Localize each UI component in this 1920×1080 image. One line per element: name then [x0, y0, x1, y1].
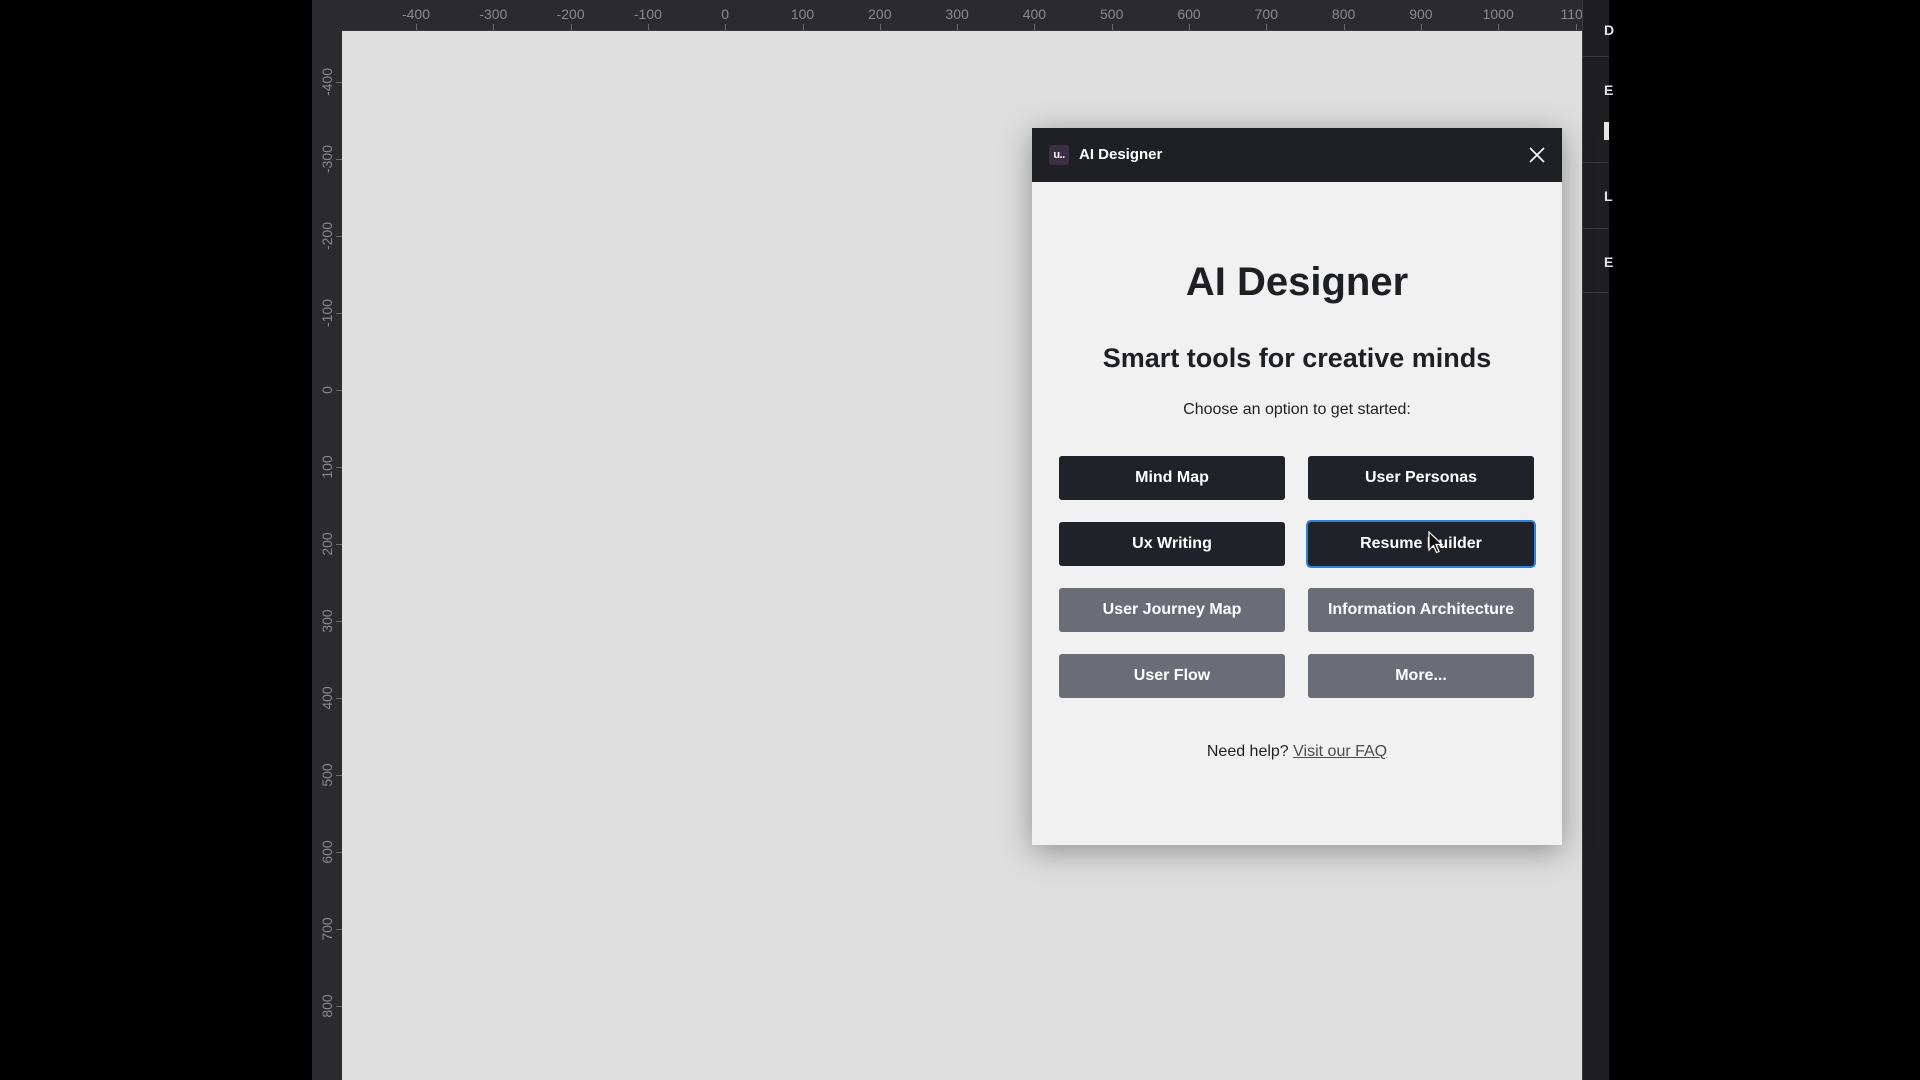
ruler-tick-text: 200: [868, 6, 892, 22]
ruler-tick-text: -200: [319, 221, 335, 251]
close-icon: [1529, 147, 1545, 163]
panel-divider: [1583, 228, 1609, 229]
ux-writing-button[interactable]: Ux Writing: [1059, 522, 1285, 566]
resume-builder-button[interactable]: Resume Builder: [1308, 522, 1534, 566]
panel-divider: [1583, 56, 1609, 57]
ruler-tick-text: 1000: [1482, 6, 1514, 22]
ruler-tick-text: 800: [319, 994, 335, 1018]
ruler-tick-text: 800: [1331, 6, 1356, 22]
panel-label: E: [1604, 82, 1614, 98]
ruler-tick-text: 0: [721, 6, 730, 22]
mind-map-button[interactable]: Mind Map: [1059, 456, 1285, 500]
user-personas-button[interactable]: User Personas: [1308, 456, 1534, 500]
dialog-title-bar[interactable]: u.. AI Designer: [1032, 128, 1562, 182]
faq-link[interactable]: Visit our FAQ: [1293, 743, 1387, 760]
panel-divider: [1583, 162, 1609, 163]
app-logo-icon: u..: [1049, 145, 1069, 165]
close-button[interactable]: [1522, 140, 1552, 170]
ruler-tick-text: 400: [319, 686, 335, 710]
more-button[interactable]: More...: [1308, 654, 1534, 698]
panel-label: L: [1604, 188, 1613, 204]
ruler-tick-text: 400: [1022, 6, 1047, 22]
ai-designer-dialog: u.. AI Designer AI Designer Smart tools …: [1032, 128, 1562, 845]
vertical-ruler: -400 -300 -200 -100 0 100 200 300 400 500 600 700 80…: [312, 30, 343, 1080]
ruler-tick-text: -300: [319, 144, 335, 174]
user-journey-map-button[interactable]: User Journey Map: [1059, 588, 1285, 632]
ruler-tick-text: -200: [556, 6, 585, 22]
ruler-tick-text: -300: [479, 6, 508, 22]
ruler-tick-text: 300: [319, 609, 335, 633]
help-line: Need help? Visit our FAQ: [1032, 743, 1562, 761]
ruler-tick-text: 100: [319, 455, 335, 479]
ruler-tick-text: 900: [1409, 6, 1433, 22]
properties-panel: D E L E: [1582, 0, 1614, 1080]
ruler-tick-text: 500: [319, 763, 335, 787]
ruler-corner: [312, 0, 342, 30]
ruler-tick-text: 1100: [1560, 6, 1582, 22]
dialog-subheading: Smart tools for creative minds: [1102, 343, 1492, 373]
information-architecture-button[interactable]: Information Architecture: [1308, 588, 1534, 632]
ruler-tick-text: 0: [319, 386, 335, 394]
panel-label: D: [1604, 22, 1615, 38]
ruler-tick-text: -100: [633, 6, 662, 22]
ruler-tick-text: 100: [790, 6, 815, 22]
ruler-tick-text: 500: [1100, 6, 1124, 22]
user-flow-button[interactable]: User Flow: [1059, 654, 1285, 698]
ruler-tick-text: 600: [319, 840, 335, 864]
panel-label: E: [1604, 254, 1614, 270]
ruler-tick-text: 200: [319, 532, 335, 556]
horizontal-ruler: -400 -300 -200 -100 0 100 200 300 400 500 600 700 80…: [342, 0, 1582, 31]
ruler-tick-text: 600: [1177, 6, 1201, 22]
panel-divider: [1583, 292, 1609, 293]
dialog-prompt: Choose an option to get started:: [1183, 401, 1411, 418]
ruler-tick-text: 700: [319, 917, 335, 941]
ruler-tick-text: -400: [319, 67, 335, 97]
ruler-tick-text: -100: [319, 298, 335, 328]
panel-swatch[interactable]: [1604, 122, 1609, 140]
mouse-cursor-icon: [1428, 531, 1444, 554]
ruler-tick-text: -400: [401, 6, 431, 22]
dialog-title: AI Designer: [1079, 146, 1163, 163]
help-text: Need help?: [1206, 743, 1289, 760]
ruler-tick-text: 700: [1254, 6, 1278, 22]
dialog-heading: AI Designer: [1185, 260, 1409, 304]
ruler-tick-text: 300: [945, 6, 969, 22]
